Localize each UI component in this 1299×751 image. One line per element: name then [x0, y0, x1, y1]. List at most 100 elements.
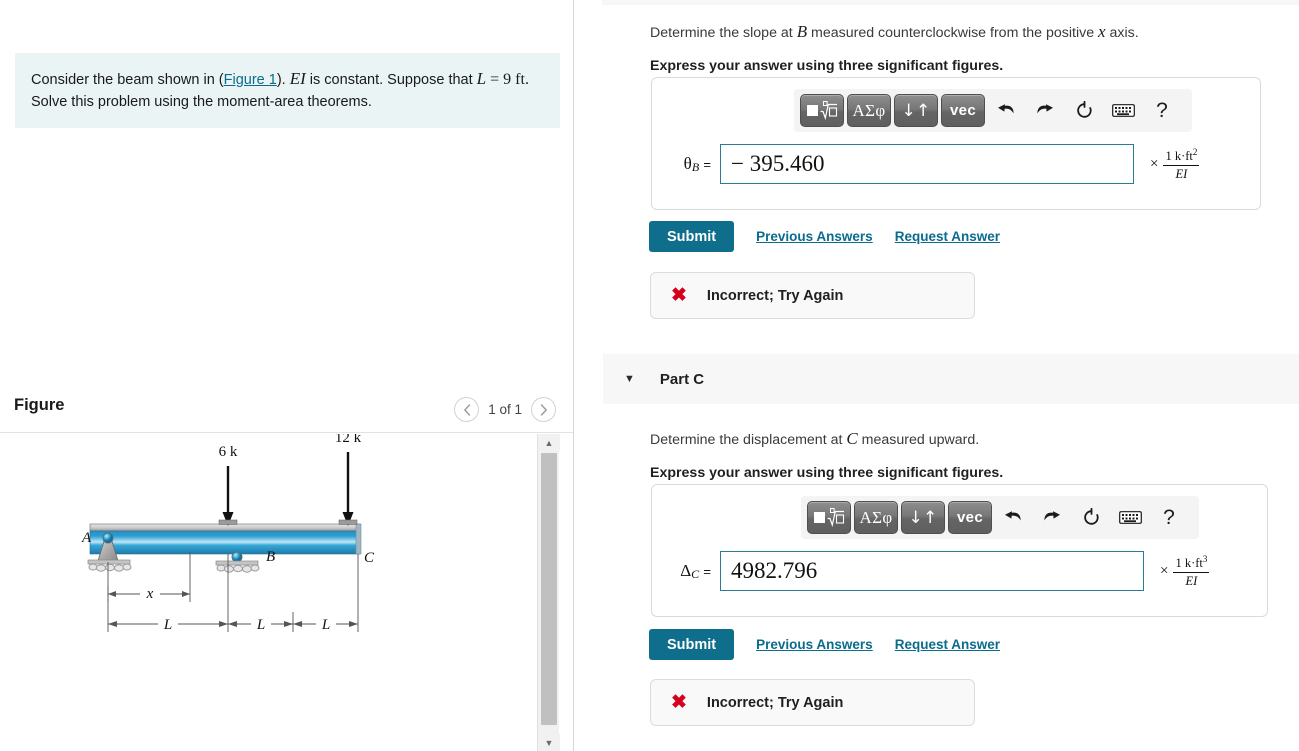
- greek-letters-label: ΑΣφ: [860, 508, 893, 528]
- part-b-answer-card: ΑΣφ ↓↑ vec: [651, 77, 1261, 210]
- greek-letters-label: ΑΣφ: [853, 101, 886, 121]
- part-c-q1: Determine the displacement at: [650, 432, 846, 448]
- part-b-units: × 1 k·ft2 EI: [1150, 147, 1199, 181]
- problem-text-2: ).: [277, 72, 290, 88]
- part-b-math-toolbar: ΑΣφ ↓↑ vec: [794, 89, 1192, 132]
- part-c-question: Determine the displacement at C measured…: [650, 427, 1270, 481]
- part-c-instruction: Express your answer using three signific…: [650, 465, 1270, 481]
- part-c-request-answer-link[interactable]: Request Answer: [895, 637, 1000, 652]
- svg-text:L: L: [163, 617, 172, 633]
- part-c-unit-denominator: EI: [1173, 572, 1209, 588]
- part-b-feedback-text: Incorrect; Try Again: [707, 288, 843, 304]
- help-button[interactable]: ?: [1144, 96, 1180, 126]
- delta-symbol: Δ: [680, 561, 691, 580]
- part-b-submit-button[interactable]: Submit: [649, 221, 734, 252]
- vector-button[interactable]: vec: [948, 501, 992, 534]
- scrollbar-down-arrow[interactable]: ▼: [538, 734, 560, 751]
- reset-button[interactable]: [1073, 503, 1109, 533]
- updown-arrows-button[interactable]: ↓↑: [901, 501, 945, 534]
- problem-text-1: Consider the beam shown in (: [31, 72, 224, 88]
- help-button[interactable]: ?: [1151, 503, 1187, 533]
- svg-text:12 k: 12 k: [335, 434, 362, 446]
- scrollbar-thumb[interactable]: [541, 453, 557, 725]
- keyboard-button[interactable]: [1112, 503, 1148, 533]
- part-c-var-c: C: [846, 429, 857, 448]
- math-template-button[interactable]: [800, 94, 844, 127]
- figure-navigation: 1 of 1: [454, 397, 556, 422]
- nth-root-icon: [826, 508, 845, 528]
- greek-letters-button[interactable]: ΑΣφ: [847, 94, 891, 127]
- undo-button[interactable]: [995, 503, 1031, 533]
- red-x-icon: ✖: [671, 693, 687, 712]
- part-c-question-text: Determine the displacement at C measured…: [650, 427, 1270, 451]
- theta-subscript: B: [692, 160, 699, 174]
- part-c-answer-input[interactable]: 4982.796: [720, 551, 1144, 591]
- redo-arrow-icon: [1042, 509, 1062, 526]
- part-c-feedback-text: Incorrect; Try Again: [707, 695, 843, 711]
- part-c-header[interactable]: ▼ Part C: [603, 354, 1299, 404]
- part-b-q2: measured counterclockwise from the posit…: [807, 25, 1098, 41]
- keyboard-icon: [1119, 511, 1142, 524]
- part-b-var-x: x: [1098, 22, 1106, 41]
- updown-arrows-button[interactable]: ↓↑: [894, 94, 938, 127]
- ei-symbol: EI: [290, 69, 306, 88]
- part-b-question-text: Determine the slope at B measured counte…: [650, 20, 1270, 44]
- math-template-button[interactable]: [807, 501, 851, 534]
- part-b-request-answer-link[interactable]: Request Answer: [895, 229, 1000, 244]
- vector-button[interactable]: vec: [941, 94, 985, 127]
- part-c-answer-row: ΔC = 4982.796 × 1 k·ft3 EI: [664, 551, 1255, 591]
- svg-text:6 k: 6 k: [219, 444, 238, 460]
- page-root: Consider the beam shown in (Figure 1). E…: [0, 0, 1299, 751]
- part-c-unit-numerator: 1 k·ft3: [1173, 554, 1209, 572]
- svg-text:A: A: [81, 530, 92, 546]
- beam-diagram: 6 k 12 k A: [0, 434, 537, 751]
- part-b-question: Determine the slope at B measured counte…: [650, 20, 1270, 74]
- part-b-q1: Determine the slope at: [650, 25, 797, 41]
- part-b-equals: =: [703, 157, 711, 172]
- scrollbar-up-arrow[interactable]: ▲: [538, 434, 560, 451]
- part-c-previous-answers-link[interactable]: Previous Answers: [756, 637, 873, 652]
- part-b-previous-answers-link[interactable]: Previous Answers: [756, 229, 873, 244]
- part-b-answer-input[interactable]: − 395.460: [720, 144, 1134, 184]
- part-b-var-b: B: [797, 22, 807, 41]
- l-value: = 9 ft.: [486, 71, 529, 88]
- part-c-submit-row: Submit Previous Answers Request Answer: [649, 629, 1000, 660]
- redo-button[interactable]: [1034, 503, 1070, 533]
- figure-scrollbar[interactable]: ▲ ▼: [537, 434, 559, 751]
- delta-subscript: C: [691, 567, 699, 581]
- figure-1-link[interactable]: Figure 1: [224, 72, 277, 88]
- part-c-submit-button[interactable]: Submit: [649, 629, 734, 660]
- svg-text:x: x: [146, 586, 154, 602]
- figure-divider: [0, 432, 573, 433]
- reset-circular-arrow-icon: [1075, 101, 1094, 120]
- undo-button[interactable]: [988, 96, 1024, 126]
- updown-arrows-label: ↓↑: [901, 101, 930, 121]
- part-b-answer-row: θB = − 395.460 × 1 k·ft2 EI: [664, 144, 1248, 184]
- figure-next-button[interactable]: [531, 397, 556, 422]
- part-b-q3: axis.: [1106, 25, 1139, 41]
- svg-text:L: L: [256, 617, 265, 633]
- part-c-q2: measured upward.: [858, 432, 979, 448]
- figure-prev-button[interactable]: [454, 397, 479, 422]
- top-strip: [602, 0, 1299, 5]
- svg-text:B: B: [266, 549, 275, 565]
- part-b-answer-label: θB =: [664, 154, 720, 175]
- part-b-feedback: ✖ Incorrect; Try Again: [650, 272, 975, 319]
- part-b-unit-fraction: 1 k·ft2 EI: [1163, 147, 1199, 181]
- redo-arrow-icon: [1035, 102, 1055, 119]
- updown-arrows-label: ↓↑: [908, 508, 937, 528]
- part-c-answer-card: ΑΣφ ↓↑ vec: [651, 484, 1268, 617]
- part-c-feedback: ✖ Incorrect; Try Again: [650, 679, 975, 726]
- help-label: ?: [1156, 99, 1168, 123]
- figure-viewport: 6 k 12 k A: [0, 434, 537, 751]
- keyboard-button[interactable]: [1105, 96, 1141, 126]
- vector-label: vec: [950, 102, 976, 119]
- problem-statement: Consider the beam shown in (Figure 1). E…: [15, 53, 560, 128]
- keyboard-icon: [1112, 104, 1135, 117]
- part-b-instruction: Express your answer using three signific…: [650, 58, 1270, 74]
- greek-letters-button[interactable]: ΑΣφ: [854, 501, 898, 534]
- part-b-unit-numerator: 1 k·ft2: [1163, 147, 1199, 165]
- nth-root-icon: [819, 101, 838, 121]
- reset-button[interactable]: [1066, 96, 1102, 126]
- redo-button[interactable]: [1027, 96, 1063, 126]
